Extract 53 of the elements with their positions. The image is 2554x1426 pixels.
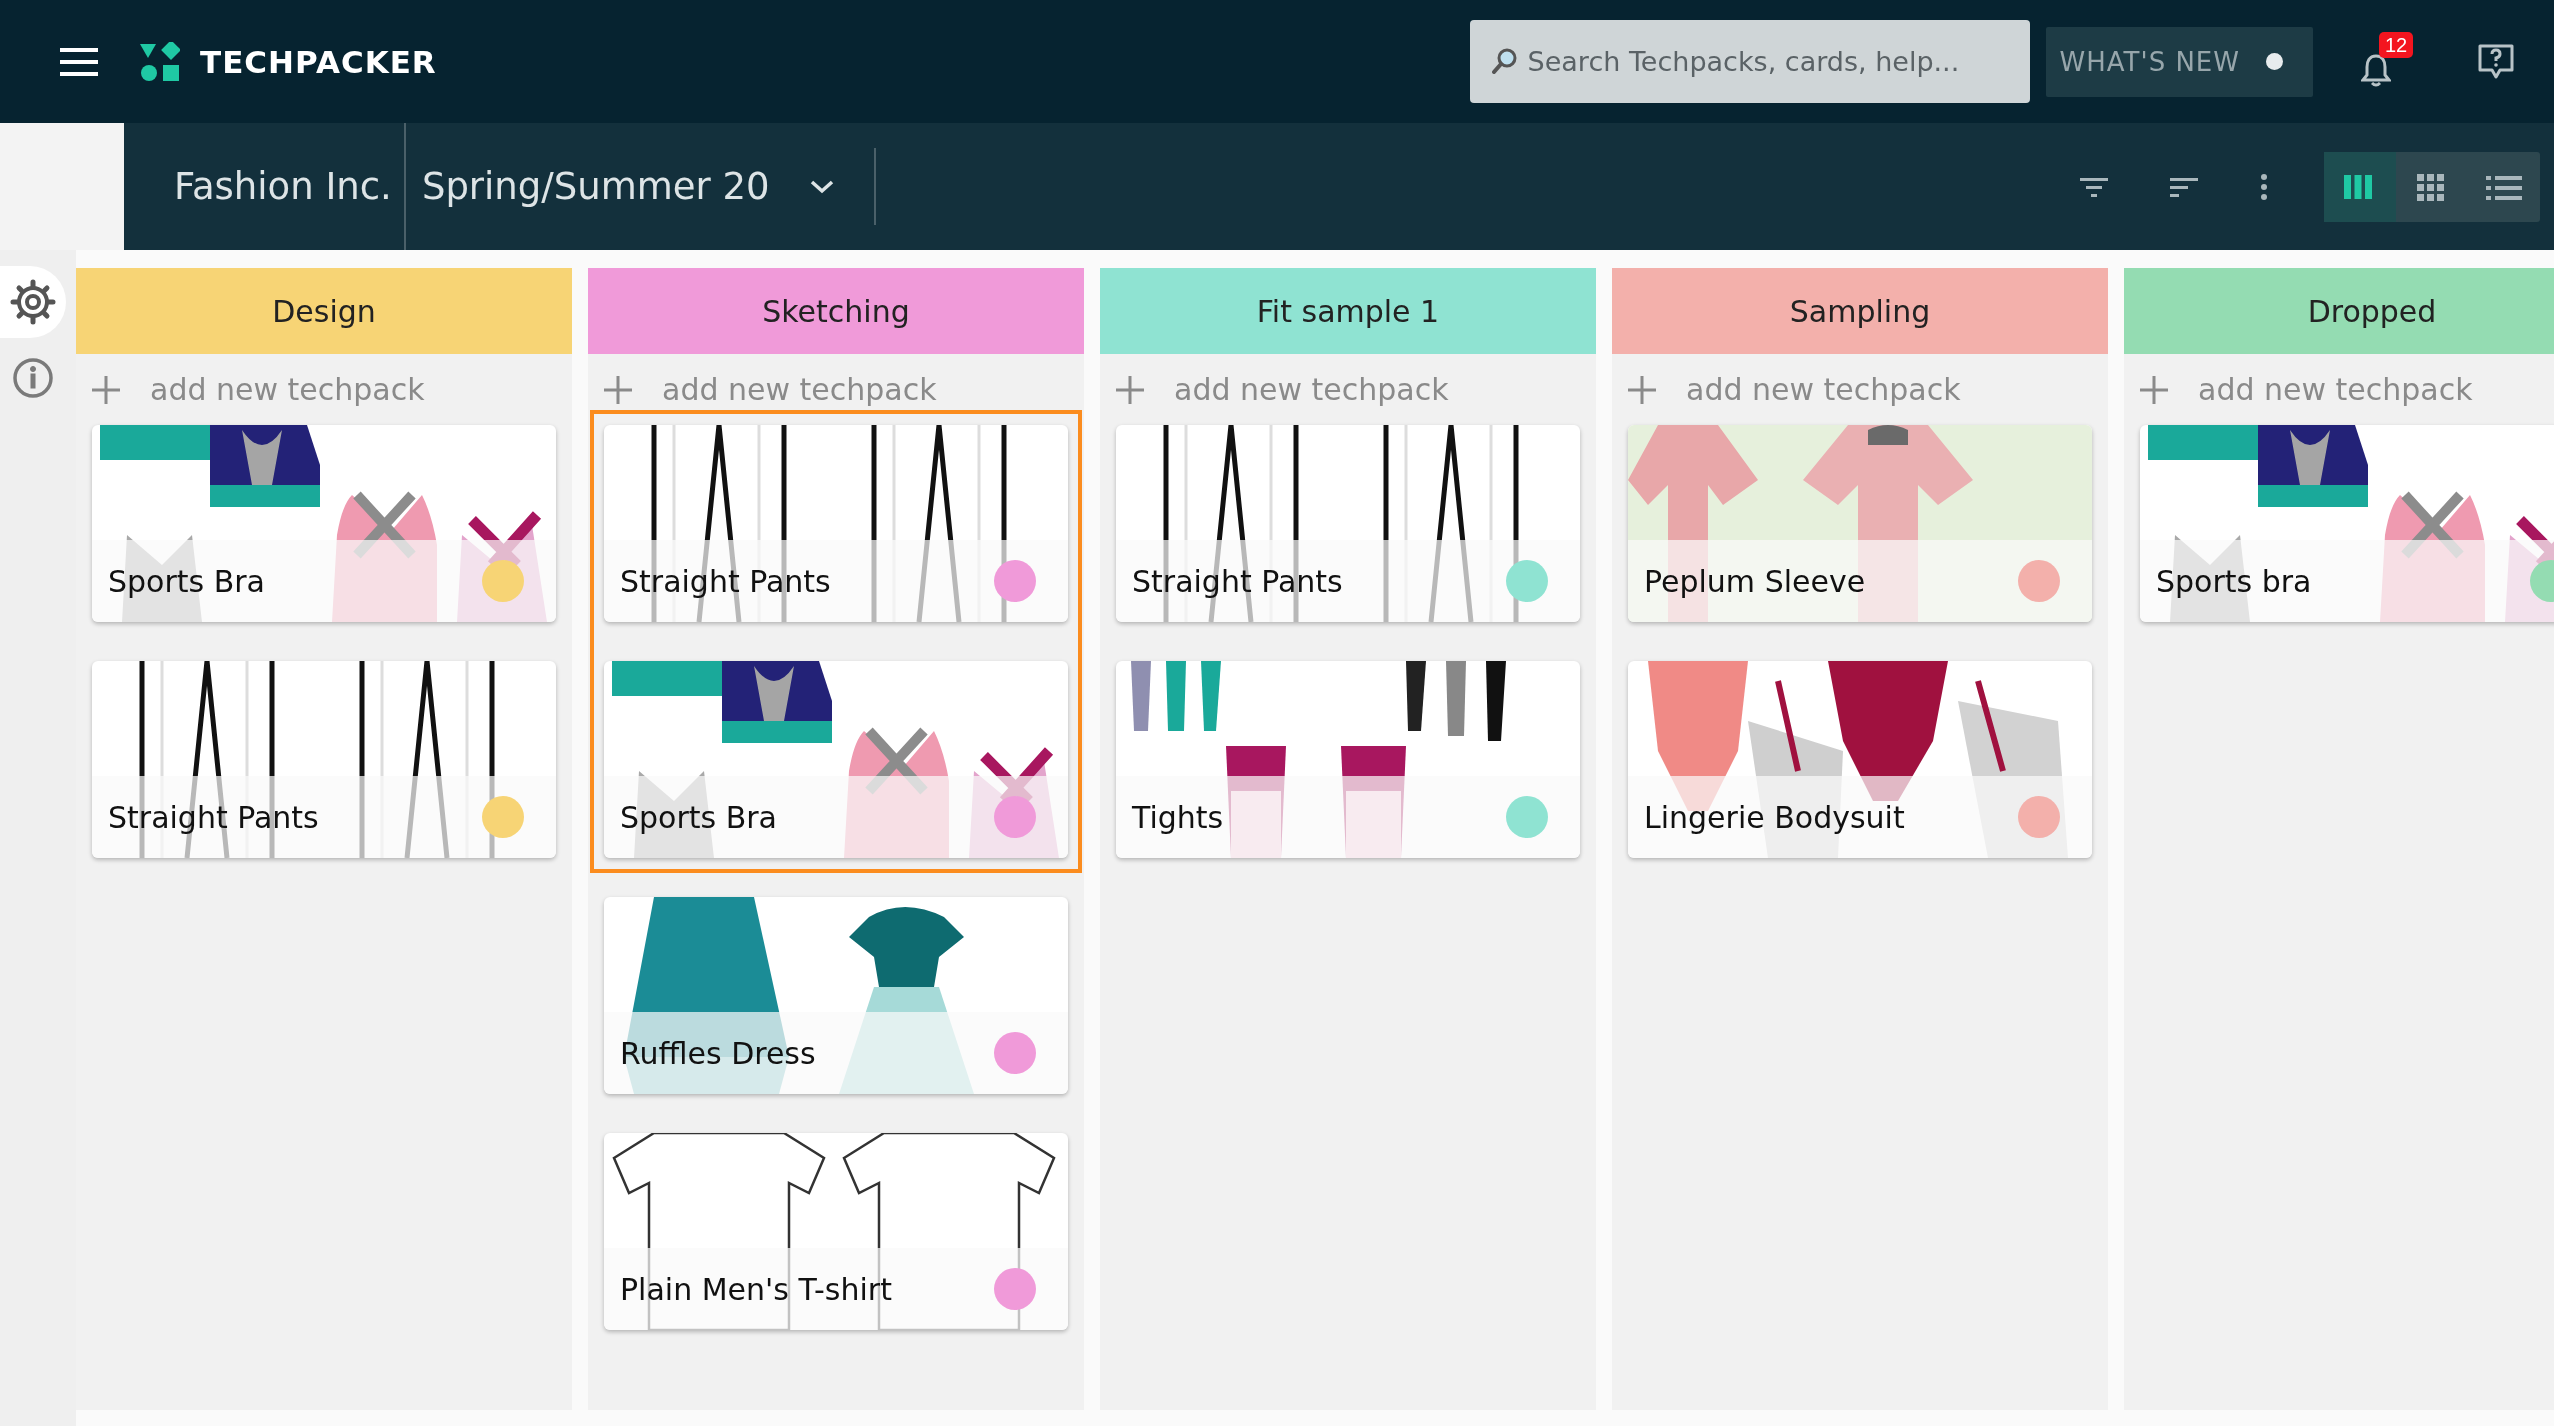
column-header: Dropped (2124, 268, 2554, 354)
techpack-card[interactable]: Tights (1116, 661, 1580, 858)
filter-icon (2080, 175, 2108, 198)
card-title: Lingerie Bodysuit (1644, 799, 1906, 835)
search-icon (1491, 48, 1518, 74)
filter-button[interactable] (2080, 175, 2108, 198)
card-title: Straight Pants (620, 563, 832, 599)
sort-button[interactable] (2170, 175, 2198, 198)
whats-new-button[interactable]: WHAT'S NEW (2045, 26, 2313, 97)
plus-icon (92, 375, 120, 404)
plus-icon (604, 375, 632, 404)
more-button[interactable] (2260, 173, 2268, 200)
bell-icon (2361, 53, 2391, 87)
info-icon (12, 357, 54, 399)
card-title: Sports Bra (620, 799, 778, 835)
settings-button[interactable] (0, 266, 66, 338)
techpack-card[interactable]: Sports bra (2140, 425, 2554, 622)
logo-text: TECHPACKER (200, 43, 437, 80)
columns-view-button[interactable] (2324, 151, 2396, 222)
techpack-card[interactable]: Straight Pants (92, 661, 556, 858)
menu-icon[interactable] (60, 47, 98, 76)
card-title: Straight Pants (1132, 563, 1344, 599)
card-title: Sports bra (2156, 563, 2313, 599)
plus-icon (2140, 375, 2168, 404)
card-title: Plain Men's T-shirt (620, 1271, 893, 1307)
card-title: Ruffles Dress (620, 1035, 817, 1071)
column-header: Sampling (1612, 268, 2108, 354)
logo-icon (140, 41, 180, 82)
sort-icon (2170, 175, 2198, 198)
plus-icon (1628, 375, 1656, 404)
techpack-card[interactable]: Lingerie Bodysuit (1628, 661, 2092, 858)
notifications-button[interactable]: 12 (2353, 29, 2421, 94)
techpack-card[interactable]: Straight Pants (1116, 425, 1580, 622)
card-title: Peplum Sleeve (1644, 563, 1867, 599)
column-header: Design (76, 268, 572, 354)
techpack-card[interactable]: Peplum Sleeve (1628, 425, 2092, 622)
techpack-card[interactable]: Plain Men's T-shirt (604, 1133, 1068, 1330)
techpack-card[interactable]: Sports Bra (92, 425, 556, 622)
card-title: Sports Bra (108, 563, 266, 599)
season-dropdown[interactable]: Spring/Summer 20 (405, 148, 876, 225)
techpack-card[interactable]: Straight Pants (604, 425, 1068, 622)
settings-icon (10, 279, 56, 325)
column-header: Sketching (588, 268, 1084, 354)
card-title: Straight Pants (108, 799, 320, 835)
techpack-card[interactable]: Sports Bra (604, 661, 1068, 858)
chevron-down-icon (809, 179, 834, 194)
column-header: Fit sample 1 (1100, 268, 1596, 354)
more-vert-icon (2260, 173, 2268, 200)
techpack-card[interactable]: Ruffles Dress (604, 897, 1068, 1094)
search-field[interactable]: Search Techpacks, cards, help... (1469, 20, 2030, 103)
card-title: Tights (1132, 799, 1225, 835)
notification-count: 12 (2379, 31, 2414, 58)
plus-icon (1116, 375, 1144, 404)
